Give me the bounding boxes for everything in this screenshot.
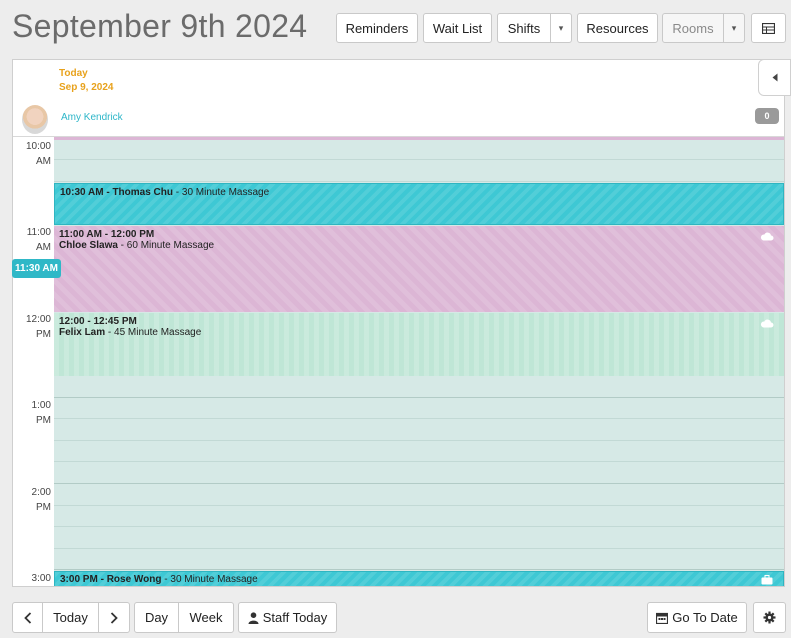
cloud-icon xyxy=(760,319,774,328)
cloud-icon xyxy=(760,232,774,241)
grid-line xyxy=(54,548,784,549)
appointment-service: 30 Minute Massage xyxy=(181,187,270,198)
next-day-button[interactable] xyxy=(98,602,130,633)
time-label: 10:00 AM xyxy=(25,141,51,167)
time-gutter: 10:00 AM 11:00 AM 12:00 PM 1:00 PM 2:00 PM 3:… xyxy=(13,137,55,586)
appointment-thomas-chu[interactable]: 10:30 AM - Thomas Chu - 30 Minute Massag… xyxy=(54,183,784,225)
prior-appointment-edge xyxy=(54,137,784,140)
grid-line xyxy=(54,418,784,419)
staff-today-button[interactable]: Staff Today xyxy=(238,602,337,633)
time-label: 12:00 PM xyxy=(25,314,51,340)
week-view-button[interactable]: Week xyxy=(178,602,234,633)
day-view-button[interactable]: Day xyxy=(134,602,179,633)
go-to-date-button[interactable]: Go To Date xyxy=(647,602,747,633)
avatar[interactable] xyxy=(22,105,48,134)
grid-line xyxy=(54,483,784,484)
appointment-service-separator: - xyxy=(117,240,127,251)
time-label: 11:00 AM xyxy=(26,227,51,253)
calendar: Today Sep 9, 2024 Amy Kendrick 0 10:00 AM… xyxy=(12,59,785,587)
appointment-rose-wong[interactable]: 3:00 PM - Rose Wong - 30 Minute Massage xyxy=(54,571,784,586)
appointment-client: Rose Wong xyxy=(106,574,162,585)
settings-button[interactable] xyxy=(753,602,786,633)
appointment-client: Chloe Slawa xyxy=(59,240,118,251)
time-label: 2:00 PM xyxy=(31,487,51,513)
table-view-button[interactable] xyxy=(751,13,786,43)
appointment-time: 3:00 PM xyxy=(60,574,98,585)
briefcase-icon xyxy=(761,575,773,585)
resources-button[interactable]: Resources xyxy=(577,13,658,43)
today-label: Today xyxy=(59,68,88,79)
reminders-button[interactable]: Reminders xyxy=(336,13,418,43)
appointment-service-separator: - xyxy=(105,327,115,338)
caret-left-icon xyxy=(772,73,777,82)
today-button[interactable]: Today xyxy=(42,602,99,633)
rooms-button[interactable]: Rooms xyxy=(662,13,724,43)
time-label: 3:00 xyxy=(31,573,51,584)
appointment-count-badge: 0 xyxy=(755,108,779,124)
chevron-left-icon xyxy=(23,611,31,624)
shifts-button[interactable]: Shifts xyxy=(497,13,551,43)
shifts-dropdown[interactable]: ▾ xyxy=(550,13,572,43)
appointment-service-separator: - xyxy=(173,187,182,198)
calendar-icon xyxy=(656,612,669,624)
chevron-right-icon xyxy=(110,611,118,624)
staff-today-label: Staff Today xyxy=(262,610,328,625)
go-to-date-label: Go To Date xyxy=(672,610,738,625)
grid-line xyxy=(54,397,784,398)
appointment-time: 10:30 AM xyxy=(60,187,104,198)
appointment-client: Thomas Chu xyxy=(112,187,173,198)
time-label: 1:00 PM xyxy=(31,400,51,426)
grid-line xyxy=(54,181,784,182)
staff-row: Amy Kendrick 0 xyxy=(13,103,784,137)
appointment-time: 12:00 - 12:45 PM xyxy=(59,316,137,327)
calendar-header: Today Sep 9, 2024 xyxy=(13,60,784,104)
user-icon xyxy=(248,611,259,624)
rooms-dropdown[interactable]: ▾ xyxy=(723,13,745,43)
side-panel-toggle[interactable] xyxy=(758,59,791,96)
appointment-client: Felix Lam xyxy=(59,327,106,338)
appointment-service: 30 Minute Massage xyxy=(170,574,258,585)
appointment-time: 11:00 AM - 12:00 PM xyxy=(59,229,155,240)
day-grid[interactable]: 10:30 AM - Thomas Chu - 30 Minute Massag… xyxy=(54,137,784,586)
current-time-indicator: 11:30 AM xyxy=(12,259,61,278)
page-title: September 9th 2024 xyxy=(12,8,308,44)
grid-line xyxy=(54,461,784,462)
caret-down-icon: ▾ xyxy=(558,22,564,33)
today-date: Sep 9, 2024 xyxy=(59,82,114,93)
staff-name[interactable]: Amy Kendrick xyxy=(61,112,123,123)
grid-line xyxy=(54,159,784,160)
gear-icon xyxy=(763,611,776,624)
appointment-separator: - xyxy=(97,574,107,585)
appointment-service: 60 Minute Massage xyxy=(126,240,215,251)
appointment-felix-lam[interactable]: 12:00 - 12:45 PM Felix Lam - 45 Minute M… xyxy=(54,313,784,376)
grid-line xyxy=(54,526,784,527)
previous-day-button[interactable] xyxy=(12,602,43,633)
grid-line xyxy=(54,440,784,441)
appointment-chloe-slawa[interactable]: 11:00 AM - 12:00 PM Chloe Slawa - 60 Min… xyxy=(54,226,784,312)
table-icon xyxy=(762,22,775,34)
appointment-service: 45 Minute Massage xyxy=(114,327,202,338)
grid-line xyxy=(54,569,784,570)
wait-list-button[interactable]: Wait List xyxy=(423,13,492,43)
grid-line xyxy=(54,505,784,506)
caret-down-icon: ▾ xyxy=(731,22,737,33)
